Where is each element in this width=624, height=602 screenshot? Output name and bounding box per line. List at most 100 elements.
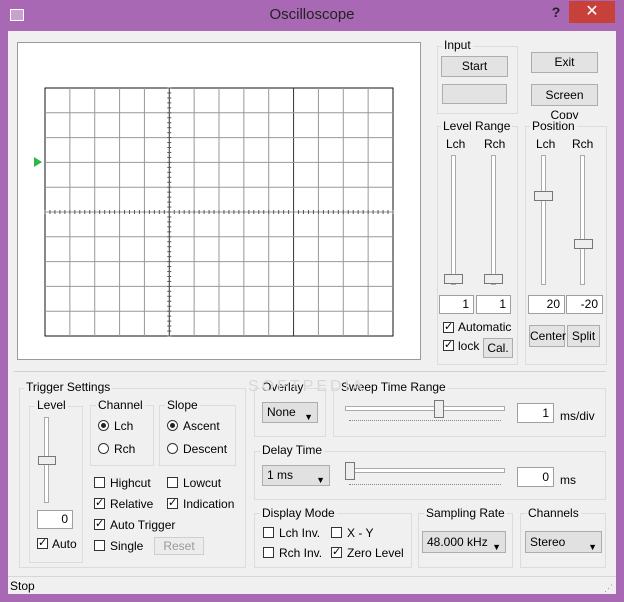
auto-trigger-label: Auto Trigger [110,518,176,532]
xy-label: X - Y [347,526,374,540]
close-button[interactable]: ✕ [569,1,615,23]
input-legend: Input [442,38,473,52]
lock-label: lock [458,339,480,353]
automatic-label: Automatic [458,320,512,334]
level-rch-slider-track[interactable] [491,155,496,285]
level-lch-slider-thumb[interactable] [444,274,463,284]
scope-grid [34,87,394,337]
trigger-marker-icon [34,157,42,167]
zero-level-checkbox[interactable]: ✓ [331,547,342,558]
sweep-slider-thumb[interactable] [434,400,444,418]
input-display [442,84,507,104]
indication-checkbox[interactable]: ✓ [167,498,178,509]
position-rch-value[interactable]: -20 [566,295,603,314]
channels-select[interactable]: Stereo ▼ [525,531,602,553]
channel-rch-radio[interactable] [98,443,109,454]
channel-legend: Channel [96,398,145,412]
relative-label: Relative [110,497,154,511]
indication-label: Indication [183,497,235,511]
auto-trigger-checkbox[interactable]: ✓ [94,519,105,530]
delay-legend: Delay Time [260,443,325,457]
chevron-down-icon: ▼ [492,542,501,552]
slope-ascent-radio[interactable] [167,420,178,431]
position-legend: Position [530,119,577,133]
channel-rch-label: Rch [114,442,136,456]
level-range-rch-label: Rch [484,137,506,151]
lock-checkbox[interactable]: ✓ [443,340,454,351]
lch-inv-checkbox[interactable] [263,527,274,538]
position-lch-slider-track[interactable] [541,155,546,285]
delay-slider-thumb[interactable] [345,462,355,480]
level-rch-value[interactable]: 1 [476,295,511,314]
channel-lch-radio[interactable] [98,420,109,431]
rch-inv-checkbox[interactable] [263,547,274,558]
chevron-down-icon: ▼ [304,412,313,422]
channel-lch-label: Lch [114,419,134,433]
sampling-rate-select[interactable]: 48.000 kHz ▼ [422,531,506,553]
chevron-down-icon: ▼ [588,542,597,552]
split-button[interactable]: Split [567,325,600,347]
sweep-unit: ms/div [560,409,595,423]
cal-button[interactable]: Cal. [483,338,513,358]
start-button[interactable]: Start [441,56,508,77]
scope-display [17,42,421,360]
lch-inv-label: Lch Inv. [279,526,321,540]
trigger-settings-legend: Trigger Settings [24,380,113,394]
slope-ascent-label: Ascent [183,419,220,433]
window-title: Oscilloscope [269,6,355,23]
level-legend: Level [35,398,68,412]
chevron-down-icon: ▼ [316,475,325,485]
single-label: Single [110,539,144,553]
delay-slider-track[interactable] [345,468,505,473]
slope-descent-radio[interactable] [167,443,178,454]
automatic-checkbox[interactable]: ✓ [443,322,454,333]
level-range-legend: Level Range [441,119,513,133]
resize-grip-icon[interactable]: ⋰ [604,583,613,594]
channels-legend: Channels [526,506,581,520]
delay-select[interactable]: 1 ms ▼ [262,465,330,486]
exit-button[interactable]: Exit [531,52,598,73]
rch-inv-label: Rch Inv. [279,546,323,560]
overlay-select[interactable]: None ▼ [262,402,318,423]
trigger-level-value[interactable]: 0 [37,510,73,529]
screen-copy-button[interactable]: Screen Copy [531,84,598,122]
lowcut-checkbox[interactable] [167,477,178,488]
sweep-slider-ticks [349,420,501,424]
slope-group [159,405,236,466]
reset-button[interactable]: Reset [154,537,204,555]
zero-level-label: Zero Level [347,546,404,560]
level-range-lch-label: Lch [446,137,466,151]
position-rch-slider-thumb[interactable] [574,239,593,249]
highcut-checkbox[interactable] [94,477,105,488]
position-lch-slider-thumb[interactable] [534,191,553,201]
single-checkbox[interactable] [94,540,105,551]
auto-checkbox[interactable]: ✓ [37,538,48,549]
delay-value[interactable]: 0 [517,467,554,487]
level-lch-value[interactable]: 1 [439,295,474,314]
delay-unit: ms [560,473,576,487]
delay-slider-ticks [349,484,501,488]
help-button[interactable]: ? [546,4,566,22]
sweep-slider-track[interactable] [345,406,505,411]
position-rch-slider-track[interactable] [580,155,585,285]
auto-label: Auto [52,537,77,551]
sampling-rate-legend: Sampling Rate [424,506,507,520]
highcut-label: Highcut [110,476,151,490]
watermark: SOFTPEDIA [248,378,366,395]
position-lch-label: Lch [536,137,556,151]
overlay-select-value: None [267,405,296,419]
sweep-value[interactable]: 1 [517,403,554,423]
center-button[interactable]: Center [529,325,566,347]
trigger-level-slider-thumb[interactable] [38,456,56,465]
relative-checkbox[interactable]: ✓ [94,498,105,509]
level-rch-slider-thumb[interactable] [484,274,503,284]
display-mode-legend: Display Mode [260,506,337,520]
slope-legend: Slope [165,398,200,412]
status-text: Stop [10,579,35,593]
position-lch-value[interactable]: 20 [528,295,565,314]
level-lch-slider-track[interactable] [451,155,456,285]
xy-checkbox[interactable] [331,527,342,538]
sampling-rate-value: 48.000 kHz [427,535,488,549]
channel-group [90,405,154,466]
channels-value: Stereo [530,535,566,549]
